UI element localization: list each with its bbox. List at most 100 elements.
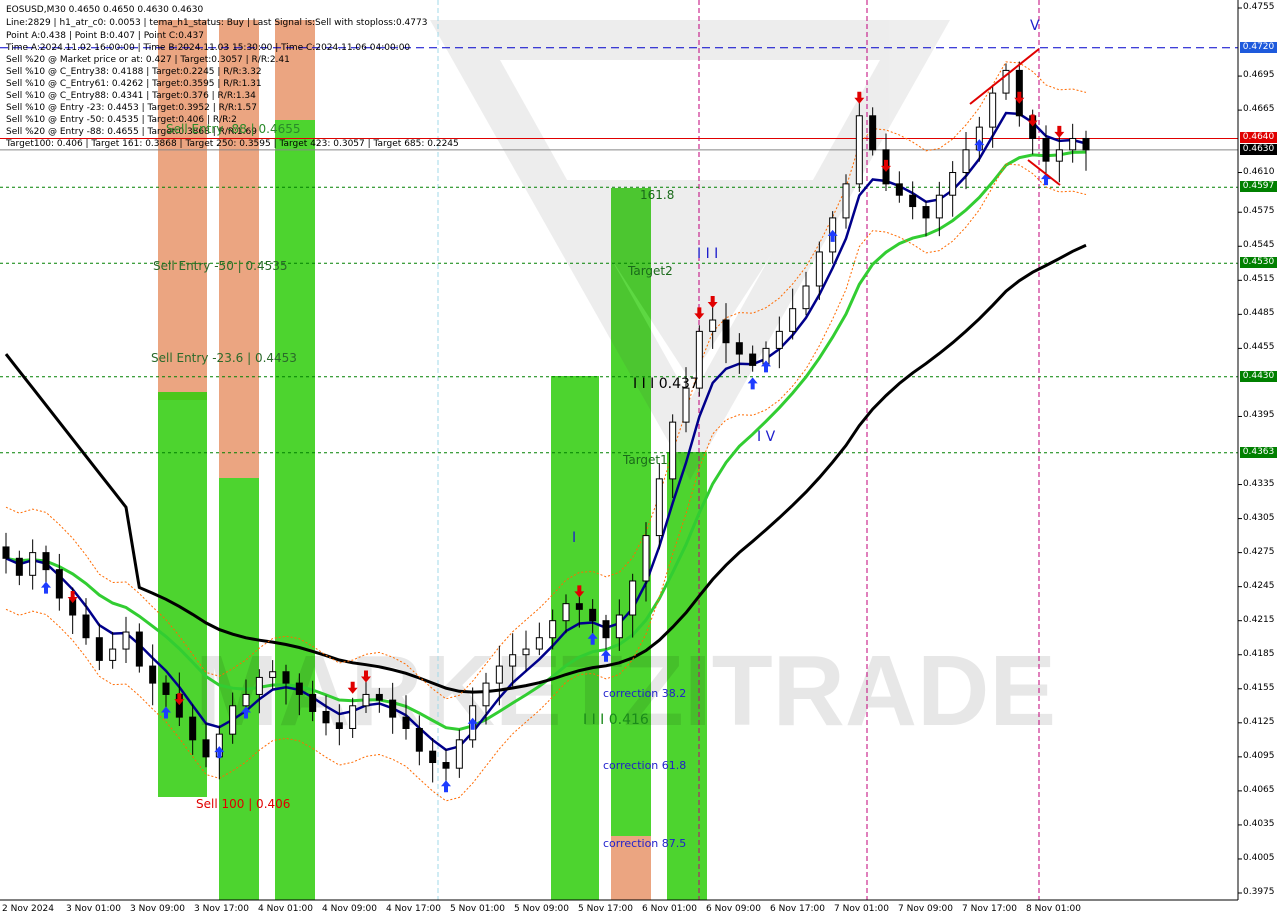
info-line-1: Line:2829 | h1_atr_c0: 0.0053 | tema_h1_… xyxy=(6,18,428,28)
price-tag-4: 0.4530 xyxy=(1240,257,1277,269)
label-wave-iv: I V xyxy=(757,429,776,445)
candle-body xyxy=(815,251,823,287)
candle-body xyxy=(1055,149,1063,162)
price-tag-0: 0.4720 xyxy=(1240,41,1277,53)
candle-body xyxy=(522,648,530,656)
y-tick-label: 0.4245 xyxy=(1243,580,1275,591)
x-tick-label: 7 Nov 09:00 xyxy=(898,904,953,914)
candle-body xyxy=(535,637,543,650)
candle-body xyxy=(482,682,490,707)
x-tick-label: 4 Nov 09:00 xyxy=(322,904,377,914)
x-tick-label: 5 Nov 09:00 xyxy=(514,904,569,914)
candle-body xyxy=(1082,137,1090,151)
candle-body xyxy=(362,693,370,707)
info-line-5: Sell %10 @ C_Entry38: 0.4188 | Target:0.… xyxy=(6,67,262,77)
y-tick-label: 0.4515 xyxy=(1243,274,1275,285)
y-tick-label: 0.4575 xyxy=(1243,206,1275,217)
candle-body xyxy=(1069,137,1077,151)
label-sell-100: Sell 100 | 0.406 xyxy=(196,797,291,811)
candle-body xyxy=(2,546,10,559)
label-wave-i: I xyxy=(572,530,577,546)
candle-body xyxy=(509,654,517,667)
candle-body xyxy=(655,478,663,537)
x-tick-label: 7 Nov 17:00 xyxy=(962,904,1017,914)
x-tick-label: 5 Nov 17:00 xyxy=(578,904,633,914)
candle-body xyxy=(349,705,357,729)
candle-body xyxy=(682,387,690,423)
candle-body xyxy=(989,92,997,128)
info-line-4: Sell %20 @ Market price or at: 0.427 | T… xyxy=(6,55,290,65)
info-line-7: Sell %10 @ C_Entry88: 0.4341 | Target:0.… xyxy=(6,91,256,101)
candle-body xyxy=(869,115,877,151)
candle-body xyxy=(935,194,943,219)
y-tick-label: 0.4065 xyxy=(1243,784,1275,795)
price-tag-3: 0.4597 xyxy=(1240,181,1277,193)
candle-body xyxy=(255,676,263,695)
label-target1: Target1 xyxy=(623,453,668,467)
label-sell-entry-23: Sell Entry -23.6 | 0.4453 xyxy=(151,351,297,365)
y-tick-label: 0.4395 xyxy=(1243,410,1275,421)
candle-body xyxy=(375,693,383,701)
candle-body xyxy=(735,342,743,355)
label-point-c: I I I 0.437 xyxy=(633,376,699,392)
y-tick-label: 0.4035 xyxy=(1243,818,1275,829)
y-tick-label: 0.4485 xyxy=(1243,308,1275,319)
candle-body xyxy=(295,682,303,695)
candle-body xyxy=(775,330,783,349)
candle-body xyxy=(389,699,397,718)
candle-body xyxy=(909,194,917,208)
zone-orange-3 xyxy=(275,20,315,120)
candle-body xyxy=(242,693,250,707)
symbol-header: EOSUSD,M30 0.4650 0.4650 0.4630 0.4630 xyxy=(6,5,204,15)
candle-body xyxy=(42,552,50,571)
y-tick-label: 0.4215 xyxy=(1243,614,1275,625)
y-tick-label: 0.4335 xyxy=(1243,478,1275,489)
price-tag-6: 0.4363 xyxy=(1240,446,1277,458)
label-wave-iii: I I I xyxy=(697,246,719,262)
info-line-2: Point A:0.438 | Point B:0.407 | Point C:… xyxy=(6,31,204,41)
candle-body xyxy=(842,183,850,219)
candle-body xyxy=(495,665,503,684)
x-tick-label: 4 Nov 01:00 xyxy=(258,904,313,914)
candle-body xyxy=(282,671,290,684)
label-target2: Target2 xyxy=(628,264,673,278)
x-tick-label: 2 Nov 2024 xyxy=(2,904,54,914)
candle-body xyxy=(789,308,797,332)
candle-body xyxy=(615,614,623,639)
candle-body xyxy=(82,614,90,639)
label-sell-entry-50: Sell Entry -50 | 0.4535 xyxy=(153,259,288,273)
label-correction-87: correction 87.5 xyxy=(603,837,687,850)
y-tick-label: 0.4455 xyxy=(1243,342,1275,353)
label-correction-61: correction 61.8 xyxy=(603,759,687,772)
candle-body xyxy=(549,620,557,639)
y-tick-label: 0.4755 xyxy=(1243,2,1275,12)
candle-body xyxy=(162,682,170,695)
y-tick-label: 0.4695 xyxy=(1243,70,1275,81)
y-tick-label: 0.4275 xyxy=(1243,546,1275,557)
y-tick-label: 0.4185 xyxy=(1243,648,1275,659)
y-tick-label: 0.4155 xyxy=(1243,682,1275,693)
candle-body xyxy=(322,710,330,724)
y-tick-label: 0.4005 xyxy=(1243,852,1275,863)
candle-body xyxy=(855,115,863,185)
candle-body xyxy=(575,603,583,610)
x-tick-label: 7 Nov 01:00 xyxy=(834,904,889,914)
candle-body xyxy=(95,637,103,661)
candle-body xyxy=(429,750,437,764)
candle-body xyxy=(269,671,277,678)
candle-body xyxy=(149,665,157,684)
label-fib-161: 161.8 xyxy=(640,188,675,202)
candle-body xyxy=(922,206,930,219)
candle-body xyxy=(229,705,237,735)
candle-body xyxy=(962,149,970,174)
candle-body xyxy=(29,552,37,576)
candle-body xyxy=(1042,137,1050,162)
candle-body xyxy=(55,569,63,599)
candle-body xyxy=(749,353,757,366)
info-line-8: Sell %10 @ Entry -23: 0.4453 | Target:0.… xyxy=(6,103,257,113)
candle-body xyxy=(109,648,117,661)
x-tick-label: 6 Nov 01:00 xyxy=(642,904,697,914)
y-tick-label: 0.4095 xyxy=(1243,750,1275,761)
label-point-b: I I I 0.416 xyxy=(583,712,649,728)
zone-green-3 xyxy=(275,120,315,900)
